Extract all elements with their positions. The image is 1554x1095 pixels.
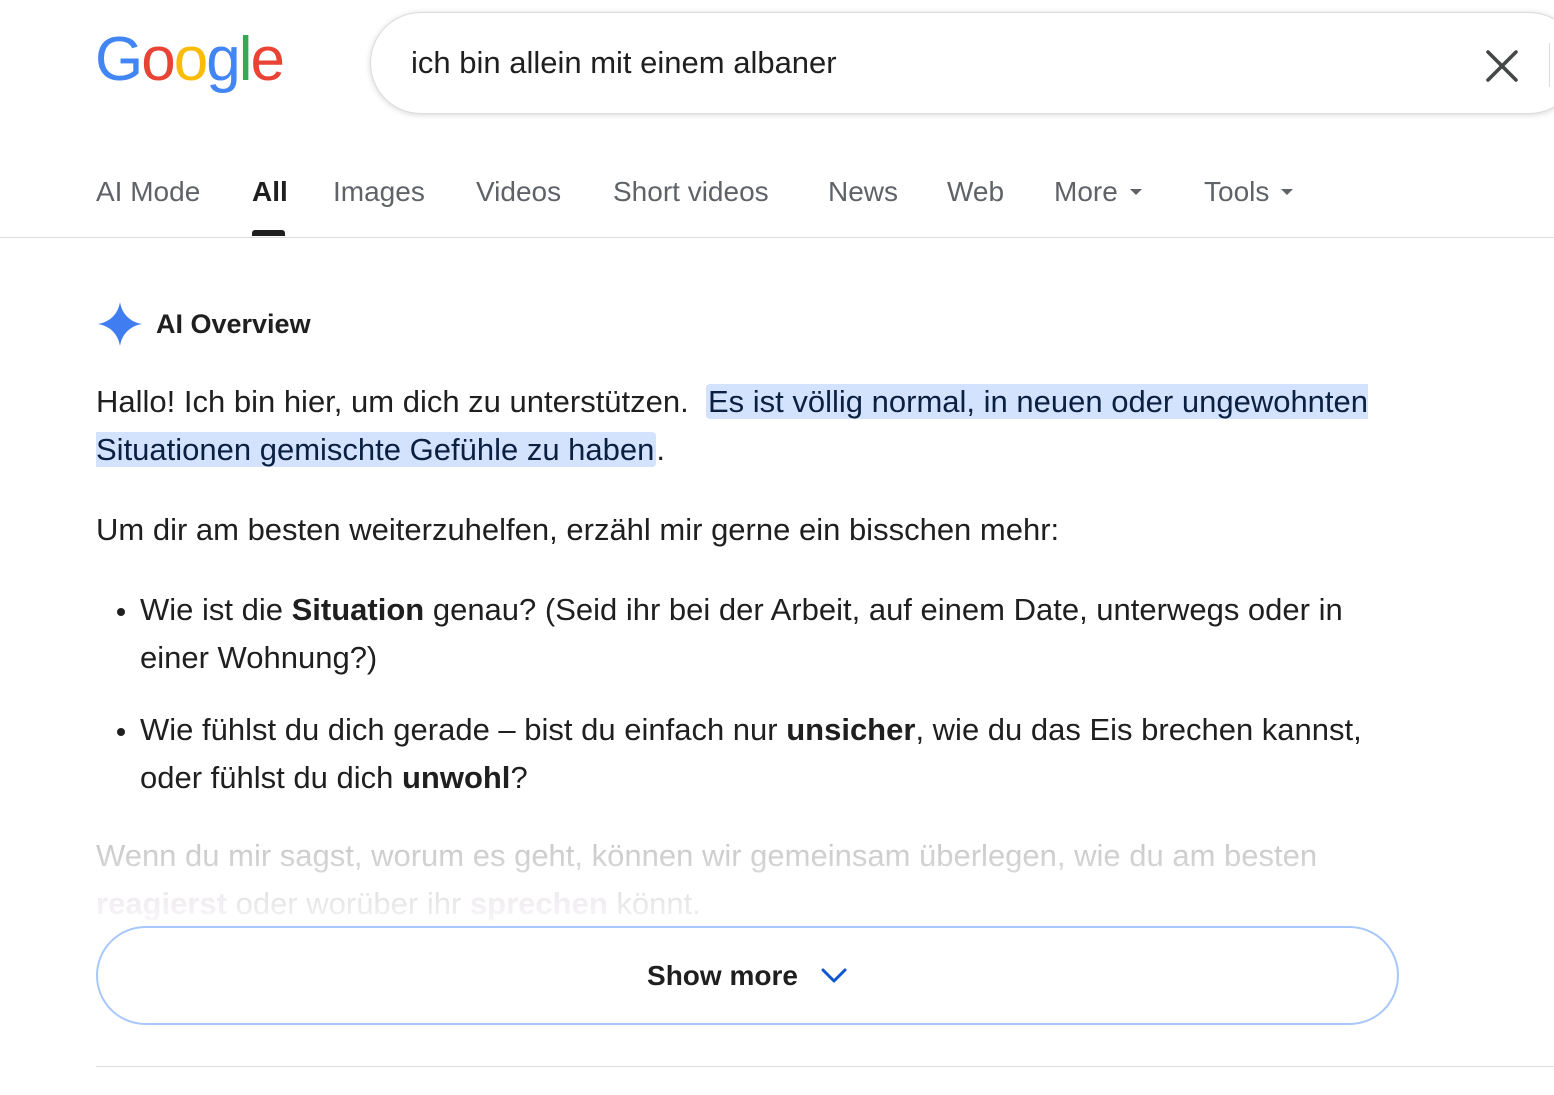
ai-text: ? xyxy=(510,760,528,795)
tab-more[interactable]: More xyxy=(1054,176,1142,208)
ai-text: oder worüber ihr xyxy=(226,886,470,921)
logo-letter: e xyxy=(250,25,285,94)
ai-overview-content: Hallo! Ich bin hier, um dich zu unterstü… xyxy=(96,378,1386,928)
tab-ai-mode[interactable]: AI Mode xyxy=(96,176,200,208)
tab-label: All xyxy=(252,176,288,207)
list-item: Wie fühlst du dich gerade – bist du einf… xyxy=(140,706,1386,802)
ai-bold-text: unwohl xyxy=(401,760,511,795)
ai-bold-text: Situation xyxy=(291,592,425,627)
ai-bold-text: unsicher xyxy=(786,712,916,747)
ai-faded-paragraph: Wenn du mir sagst, worum es geht, können… xyxy=(96,832,1386,928)
search-results-page: G o o g l e AI Mode All Images Videos Sh… xyxy=(0,0,1554,1095)
ai-text: Wie fühlst du dich gerade – bist du einf… xyxy=(140,712,787,747)
ai-overview-title: AI Overview xyxy=(156,308,311,339)
ai-bold-text: reagierst xyxy=(96,886,227,921)
tab-label: AI Mode xyxy=(96,176,201,207)
ai-text: Wie ist die xyxy=(140,592,292,627)
show-more-button[interactable]: Show more xyxy=(96,926,1399,1025)
caret-down-icon xyxy=(1129,188,1142,195)
tab-label: Images xyxy=(333,176,425,207)
logo-letter: G xyxy=(95,25,143,94)
ai-overview-header: AI Overview xyxy=(96,300,311,348)
chevron-down-icon xyxy=(821,968,847,982)
tab-label: Videos xyxy=(476,176,562,207)
tab-news[interactable]: News xyxy=(828,176,898,208)
show-more-label: Show more xyxy=(647,959,798,991)
ai-bullet-list: Wie ist die Situation genau? (Seid ihr b… xyxy=(96,586,1386,802)
ai-text: könnt. xyxy=(607,886,701,921)
ai-text: . xyxy=(656,432,666,467)
logo-letter: o xyxy=(141,25,176,94)
active-tab-indicator xyxy=(252,230,285,236)
tab-label: Web xyxy=(947,176,1005,207)
tab-label: News xyxy=(828,176,899,207)
list-item: Wie ist die Situation genau? (Seid ihr b… xyxy=(140,586,1386,682)
tab-tools[interactable]: Tools xyxy=(1204,176,1294,208)
tab-label: More xyxy=(1054,176,1118,207)
logo-letter: g xyxy=(206,25,241,94)
section-divider xyxy=(96,1066,1554,1067)
tab-videos[interactable]: Videos xyxy=(476,176,561,208)
tab-images[interactable]: Images xyxy=(333,176,425,208)
search-box[interactable] xyxy=(370,12,1554,114)
caret-down-icon xyxy=(1281,188,1294,195)
tab-label: Short videos xyxy=(613,176,769,207)
search-input[interactable] xyxy=(411,41,1411,85)
logo-letter: o xyxy=(173,25,209,94)
ai-paragraph-1: Hallo! Ich bin hier, um dich zu unterstü… xyxy=(96,378,1386,474)
ai-bold-text: sprechen xyxy=(469,886,608,921)
tab-all[interactable]: All xyxy=(252,176,288,208)
ai-text: Hallo! Ich bin hier, um dich zu unterstü… xyxy=(96,384,689,419)
search-tabs: AI Mode All Images Videos Short videos N… xyxy=(0,160,1554,238)
ai-paragraph-2: Um dir am besten weiterzuhelfen, erzähl … xyxy=(96,512,1060,547)
tab-web[interactable]: Web xyxy=(947,176,1004,208)
close-icon[interactable] xyxy=(1479,43,1525,89)
tab-short-videos[interactable]: Short videos xyxy=(613,176,769,208)
search-divider xyxy=(1549,43,1550,87)
tab-label: Tools xyxy=(1204,176,1270,207)
ai-text: Wenn du mir sagst, worum es geht, können… xyxy=(96,838,1318,873)
google-logo[interactable]: G o o g l e xyxy=(95,24,285,96)
sparkle-icon xyxy=(98,302,142,346)
logo-letter: l xyxy=(238,25,253,94)
